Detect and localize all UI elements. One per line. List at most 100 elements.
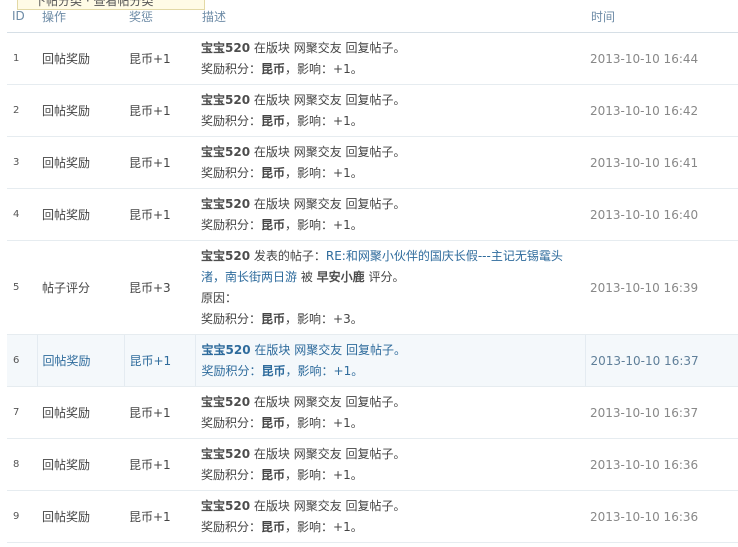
- influence-value: +1: [333, 363, 352, 378]
- row-time: 2013-10-10 16:39: [585, 240, 738, 335]
- row-description: 宝宝520 在版块 网聚交友 回复帖子。 奖励积分：昆币，影响：+1。: [195, 386, 585, 439]
- row-time: 2013-10-10 16:42: [585, 84, 738, 137]
- board-prefix: 在版块: [250, 498, 294, 513]
- row-action: 回帖奖励: [37, 438, 124, 491]
- board-prefix: 在版块: [250, 446, 294, 461]
- row-reward: 昆币+1: [124, 136, 195, 189]
- row-description: 宝宝520 在版块 网聚交友 回复帖子。 奖励积分：昆币，影响：+1。: [195, 84, 585, 137]
- currency-name: 昆币: [261, 519, 286, 534]
- row-id: 5: [7, 240, 37, 335]
- user-link[interactable]: 宝宝520: [201, 249, 250, 263]
- user-link[interactable]: 宝宝520: [201, 41, 250, 55]
- board-prefix: 在版块: [250, 144, 294, 159]
- posted-prefix: 发表的帖子：: [250, 248, 326, 263]
- board-link[interactable]: 网聚交友: [294, 197, 342, 211]
- row-id: 1: [7, 32, 37, 85]
- row-action: 回帖奖励: [37, 84, 124, 137]
- reply-action-text: 回复帖子。: [341, 498, 406, 513]
- user-link[interactable]: 宝宝520: [201, 197, 250, 211]
- influence-label: ，影响：: [285, 363, 334, 378]
- row-description: 宝宝520 在版块 网聚交友 回复帖子。 奖励积分：昆币，影响：+1。: [195, 438, 585, 491]
- user-link[interactable]: 宝宝520: [201, 499, 250, 513]
- board-prefix: 在版块: [250, 394, 294, 409]
- row-time: 2013-10-10 16:36: [585, 438, 738, 491]
- period: 。: [350, 519, 363, 534]
- reward-points-label: 奖励积分：: [201, 519, 262, 534]
- row-action: 帖子评分: [37, 240, 124, 335]
- user-link[interactable]: 宝宝520: [201, 145, 250, 159]
- row-action: 回帖奖励: [37, 386, 124, 439]
- board-link[interactable]: 网聚交友: [294, 499, 342, 513]
- influence-value: +1: [333, 61, 351, 76]
- rated-by-label: 被: [297, 269, 317, 284]
- influence-label: ，影响：: [285, 415, 334, 430]
- row-time: 2013-10-10 16:37: [585, 386, 738, 439]
- row-reward: 昆币+1: [124, 84, 195, 137]
- currency-name: 昆币: [261, 165, 286, 180]
- reward-points-label: 奖励积分：: [201, 113, 262, 128]
- reward-points-label: 奖励积分：: [201, 165, 262, 180]
- reward-points-label: 奖励积分：: [201, 415, 262, 430]
- user-link[interactable]: 宝宝520: [201, 93, 250, 107]
- column-header-time: 时间: [585, 0, 738, 33]
- board-prefix: 在版块: [250, 92, 294, 107]
- board-link[interactable]: 网聚交友: [294, 41, 342, 55]
- row-id: 2: [7, 84, 37, 137]
- board-prefix: 在版块: [250, 40, 294, 55]
- table-row: 9 回帖奖励 昆币+1 宝宝520 在版块 网聚交友 回复帖子。 奖励积分：昆币…: [7, 490, 738, 543]
- row-id: 8: [7, 438, 37, 491]
- reason-label: 原因：: [201, 290, 238, 305]
- board-prefix: 在版块: [250, 196, 294, 211]
- row-action: 回帖奖励: [37, 490, 124, 543]
- row-reward: 昆币+3: [124, 240, 195, 335]
- reward-points-label: 奖励积分：: [201, 467, 262, 482]
- board-prefix: 在版块: [250, 342, 295, 357]
- period: 。: [350, 165, 363, 180]
- row-description: 宝宝520 发表的帖子：RE:和网聚小伙伴的国庆长假---主记无锡鼋头渚，南长街…: [195, 240, 585, 335]
- row-description: 宝宝520 在版块 网聚交友 回复帖子。 奖励积分：昆币，影响：+1。: [195, 136, 585, 189]
- period: 。: [350, 113, 363, 128]
- board-link[interactable]: 网聚交友: [294, 447, 342, 461]
- reward-points-label: 奖励积分：: [201, 61, 262, 76]
- row-time: 2013-10-10 16:41: [585, 136, 738, 189]
- row-reward: 昆币+1: [124, 386, 195, 439]
- board-link[interactable]: 网聚交友: [294, 343, 342, 357]
- reply-action-text: 回复帖子。: [341, 144, 406, 159]
- reward-points-label: 奖励积分：: [201, 311, 262, 326]
- reply-action-text: 回复帖子。: [341, 446, 406, 461]
- tooltip-text: 下帖分类 · 查看帖分类: [34, 0, 154, 8]
- period: 。: [351, 363, 364, 378]
- influence-label: ，影响：: [285, 61, 334, 76]
- user-link[interactable]: 宝宝520: [201, 447, 250, 461]
- rater-user-link[interactable]: 早安小鹿: [317, 270, 365, 284]
- row-reward: 昆币+1: [124, 32, 195, 85]
- row-id: 3: [7, 136, 37, 189]
- row-action: 回帖奖励: [37, 188, 124, 241]
- period: 。: [350, 415, 363, 430]
- currency-name: 昆币: [261, 467, 286, 482]
- currency-name: 昆币: [261, 363, 286, 378]
- currency-name: 昆币: [261, 311, 286, 326]
- board-link[interactable]: 网聚交友: [294, 93, 342, 107]
- table-row: 4 回帖奖励 昆币+1 宝宝520 在版块 网聚交友 回复帖子。 奖励积分：昆币…: [7, 188, 738, 241]
- period: 。: [350, 61, 363, 76]
- influence-label: ，影响：: [285, 165, 334, 180]
- currency-name: 昆币: [261, 415, 286, 430]
- table-row: 3 回帖奖励 昆币+1 宝宝520 在版块 网聚交友 回复帖子。 奖励积分：昆币…: [7, 136, 738, 189]
- row-id: 6: [7, 334, 37, 387]
- board-link[interactable]: 网聚交友: [294, 145, 342, 159]
- reply-action-text: 回复帖子。: [341, 196, 406, 211]
- user-link[interactable]: 宝宝520: [202, 343, 251, 357]
- row-description: 宝宝520 在版块 网聚交友 回复帖子。 奖励积分：昆币，影响：+1。: [195, 32, 585, 85]
- user-link[interactable]: 宝宝520: [201, 395, 250, 409]
- row-time: 2013-10-10 16:40: [585, 188, 738, 241]
- row-time: 2013-10-10 16:44: [585, 32, 738, 85]
- influence-value: +1: [333, 519, 351, 534]
- row-id: 4: [7, 188, 37, 241]
- currency-name: 昆币: [261, 217, 286, 232]
- reward-points-label: 奖励积分：: [201, 217, 262, 232]
- currency-name: 昆币: [261, 113, 286, 128]
- reply-action-text: 回复帖子。: [341, 40, 406, 55]
- board-link[interactable]: 网聚交友: [294, 395, 342, 409]
- row-reward: 昆币+1: [124, 438, 195, 491]
